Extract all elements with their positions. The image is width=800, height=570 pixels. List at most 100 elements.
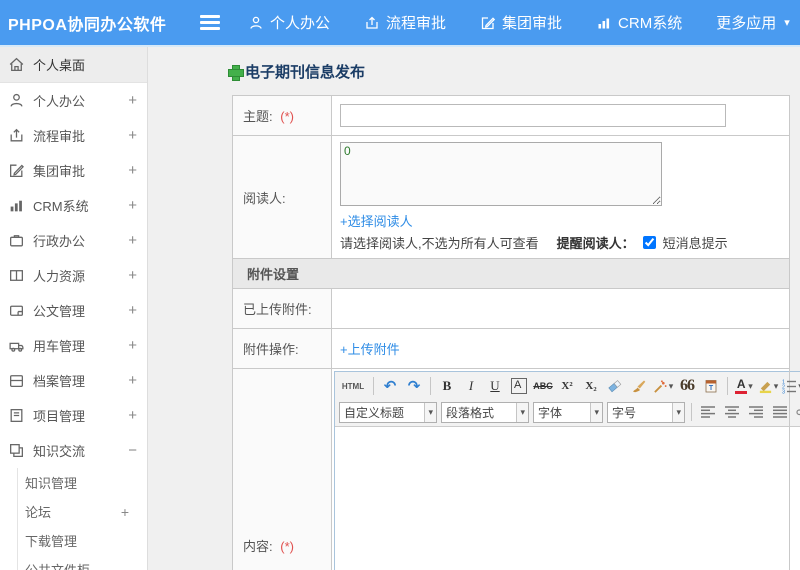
subject-input[interactable] — [340, 104, 726, 127]
sidebar-item-crm[interactable]: CRM系统 + — [0, 188, 147, 223]
sidebar-item-label: 流程审批 — [33, 129, 86, 144]
expand-plus[interactable]: + — [128, 337, 137, 354]
font-family-select[interactable]: 字体 ▾ — [533, 401, 603, 423]
font-bg-button[interactable]: A — [508, 375, 530, 397]
nav-group-approval[interactable]: 集团审批 — [480, 12, 562, 33]
italic-button[interactable]: I — [460, 375, 482, 397]
top-header: PHPOA协同办公软件 个人办公 流程审批 集团审批 CRM系统 更多应用 ▾ — [0, 0, 800, 45]
rich-text-editor: HTML ↶ ↷ B I U A ABC X² X₂ ▾ 66 T A ▾ ▾ … — [334, 371, 800, 570]
align-right-icon[interactable] — [745, 401, 767, 423]
svg-text:3: 3 — [782, 390, 785, 395]
readers-textarea[interactable]: 0 — [340, 142, 662, 206]
chart-icon — [596, 15, 612, 31]
collapse-minus[interactable]: − — [128, 442, 137, 459]
sidebar-item-archives[interactable]: 档案管理 + — [0, 363, 147, 398]
sidebar-item-label: 档案管理 — [33, 374, 86, 389]
sidebar-subitem-forum[interactable]: 论坛 + — [18, 497, 147, 526]
expand-plus[interactable]: + — [128, 267, 137, 284]
book-icon — [8, 267, 25, 284]
sidebar-subitem-public-files[interactable]: 公共文件柜 — [18, 555, 147, 570]
sidebar-item-admin-office[interactable]: 行政办公 + — [0, 223, 147, 258]
align-left-icon[interactable] — [697, 401, 719, 423]
uploaded-attachments-label: 已上传附件: — [232, 288, 332, 329]
editor-content-area[interactable] — [335, 427, 800, 570]
chat-icon — [8, 442, 25, 459]
redo-icon[interactable]: ↷ — [403, 375, 425, 397]
subscript-button[interactable]: X₂ — [580, 375, 602, 397]
caret-down-icon: ▾ — [516, 402, 528, 422]
expand-plus[interactable]: + — [128, 407, 137, 424]
sidebar-item-desktop[interactable]: 个人桌面 — [0, 47, 147, 83]
top-nav: 个人办公 流程审批 集团审批 CRM系统 更多应用 ▾ — [248, 12, 790, 33]
sidebar-item-hr[interactable]: 人力资源 + — [0, 258, 147, 293]
caret-down-icon: ▾ — [424, 402, 436, 422]
expand-plus[interactable]: + — [128, 127, 137, 144]
sidebar-item-personal-office[interactable]: 个人办公 + — [0, 83, 147, 118]
nav-workflow-approval[interactable]: 流程审批 — [364, 12, 446, 33]
underline-button[interactable]: U — [484, 375, 506, 397]
flow-icon — [364, 15, 380, 31]
nav-personal-office[interactable]: 个人办公 — [248, 12, 330, 33]
sidebar-item-projects[interactable]: 项目管理 + — [0, 398, 147, 433]
select-readers-link[interactable]: +选择阅读人 — [340, 211, 413, 230]
sidebar-item-label: 知识交流 — [33, 444, 86, 459]
undo-icon[interactable]: ↶ — [379, 375, 401, 397]
superscript-button[interactable]: X² — [556, 375, 578, 397]
sidebar-item-vehicles[interactable]: 用车管理 + — [0, 328, 147, 363]
chart-icon — [8, 197, 25, 214]
paste-as-text-icon[interactable]: T — [700, 375, 722, 397]
link-icon[interactable] — [793, 401, 800, 423]
attachment-action-row: 附件操作: +上传附件 — [232, 328, 790, 369]
sidebar-item-label: 集团审批 — [33, 164, 86, 179]
expand-plus[interactable]: + — [128, 302, 137, 319]
sidebar-item-label: CRM系统 — [33, 199, 89, 214]
caret-down-icon: ▾ — [590, 402, 602, 422]
expand-plus[interactable]: + — [121, 504, 129, 520]
sidebar-item-label: 用车管理 — [33, 339, 86, 354]
html-source-button[interactable]: HTML — [338, 375, 368, 397]
sidebar-subitem-downloads[interactable]: 下载管理 — [18, 526, 147, 555]
expand-plus[interactable]: + — [128, 162, 137, 179]
format-painter-icon[interactable] — [628, 375, 650, 397]
sidebar-item-knowledge[interactable]: 知识交流 − — [0, 433, 147, 468]
align-center-icon[interactable] — [721, 401, 743, 423]
sidebar-item-group-approval[interactable]: 集团审批 + — [0, 153, 147, 188]
hamburger-menu-icon[interactable] — [200, 15, 220, 30]
expand-plus[interactable]: + — [128, 372, 137, 389]
custom-heading-select[interactable]: 自定义标题 ▾ — [339, 401, 437, 423]
sidebar-item-label: 个人办公 — [33, 94, 86, 109]
expand-plus[interactable]: + — [128, 197, 137, 214]
upload-attachment-link[interactable]: +上传附件 — [340, 342, 400, 357]
readers-hint-text: 请选择阅读人,不选为所有人可查看 — [340, 236, 539, 251]
paragraph-format-select[interactable]: 段落格式 ▾ — [441, 401, 529, 423]
blockquote-button[interactable]: 66 — [676, 375, 698, 397]
page-title: 电子期刊信息发布 — [245, 64, 366, 81]
content-row: 内容: (*) HTML ↶ ↷ B I U A ABC X² X₂ ▾ 66 … — [232, 368, 800, 570]
car-icon — [8, 337, 25, 354]
strikethrough-button[interactable]: ABC — [532, 375, 554, 397]
expand-plus[interactable]: + — [128, 92, 137, 109]
font-size-select[interactable]: 字号 ▾ — [607, 401, 685, 423]
nav-more-apps[interactable]: 更多应用 ▾ — [716, 12, 790, 33]
ordered-list-icon[interactable]: 123▾ — [781, 375, 800, 397]
readers-row: 阅读人: 0 +选择阅读人 请选择阅读人,不选为所有人可查看 提醒阅读人： 短消… — [232, 135, 790, 259]
sms-notify-label: 短消息提示 — [662, 236, 728, 251]
highlight-color-icon[interactable]: ▾ — [757, 375, 779, 397]
knowledge-submenu: 知识管理 论坛 + 下载管理 公共文件柜 — [17, 468, 147, 570]
main-content: 电子期刊信息发布 主题: (*) 阅读人: 0 +选择阅读人 请选择阅读人,不选… — [148, 47, 800, 570]
uploaded-attachments-row: 已上传附件: — [232, 288, 790, 329]
sidebar-item-documents[interactable]: 公文管理 + — [0, 293, 147, 328]
nav-crm-system[interactable]: CRM系统 — [596, 12, 682, 33]
sidebar-item-workflow-approval[interactable]: 流程审批 + — [0, 118, 147, 153]
bold-button[interactable]: B — [436, 375, 458, 397]
expand-plus[interactable]: + — [128, 232, 137, 249]
eraser-icon[interactable] — [604, 375, 626, 397]
plus-icon — [228, 64, 244, 81]
sms-notify-checkbox[interactable] — [642, 236, 656, 249]
sidebar-subitem-knowledge-mgmt[interactable]: 知识管理 — [18, 468, 147, 497]
readers-label-cell: 阅读人: — [232, 135, 332, 259]
app-title: PHPOA协同办公软件 — [8, 16, 167, 34]
align-justify-icon[interactable] — [769, 401, 791, 423]
font-color-button[interactable]: A ▾ — [733, 375, 755, 397]
auto-format-icon[interactable]: ▾ — [652, 375, 674, 397]
